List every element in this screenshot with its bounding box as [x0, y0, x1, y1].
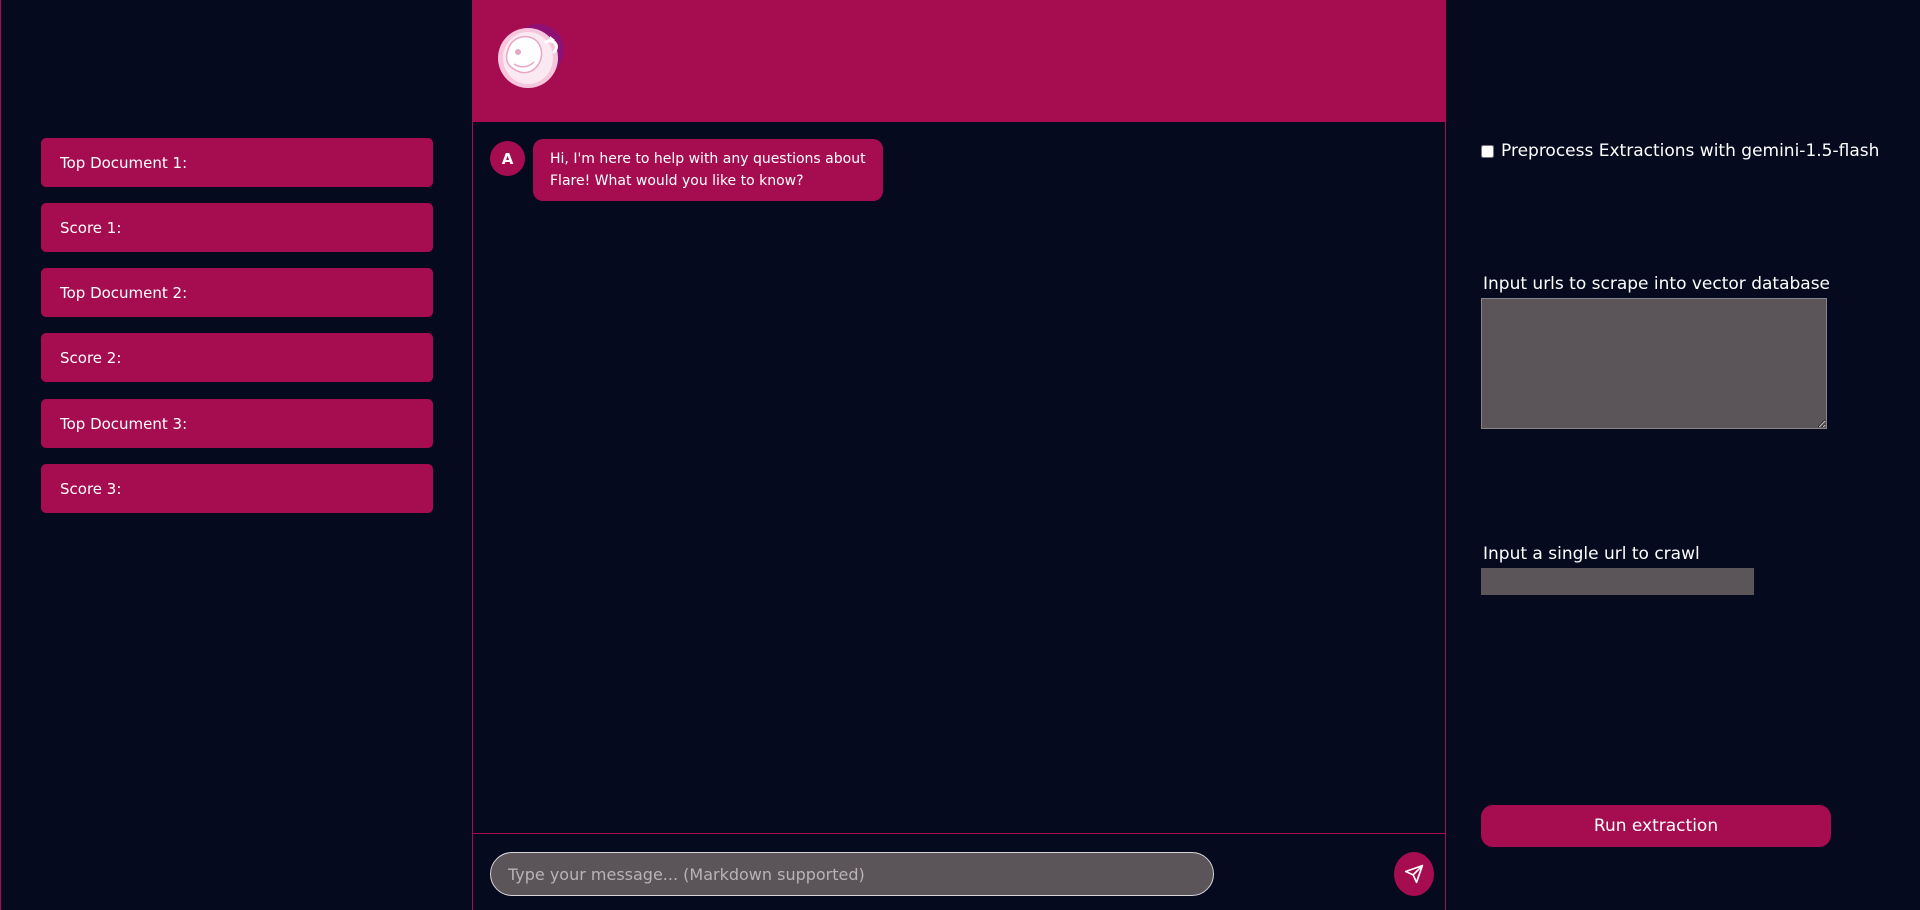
- extraction-panel: Preprocess Extractions with gemini-1.5-f…: [1446, 0, 1920, 910]
- single-url-input[interactable]: [1481, 568, 1754, 595]
- message-input[interactable]: [490, 852, 1214, 896]
- app-root: Top Document 1: Score 1: Top Document 2:…: [0, 0, 1920, 910]
- score-3-label: Score 3:: [60, 479, 122, 498]
- paper-plane-icon: [1404, 864, 1424, 884]
- single-url-label: Input a single url to crawl: [1483, 544, 1700, 564]
- results-sidebar: Top Document 1: Score 1: Top Document 2:…: [1, 0, 472, 910]
- avatar-initial: A: [501, 149, 514, 168]
- preprocess-checkbox[interactable]: [1481, 144, 1494, 158]
- send-button[interactable]: [1394, 852, 1434, 896]
- top-document-1-label: Top Document 1:: [60, 153, 188, 172]
- assistant-message-text: Hi, I'm here to help with any questions …: [550, 151, 866, 189]
- score-3-box: Score 3:: [41, 464, 433, 513]
- chat-header: [473, 0, 1445, 122]
- top-document-3-box: Top Document 3:: [41, 399, 433, 448]
- urls-textarea[interactable]: [1481, 298, 1827, 429]
- top-document-2-label: Top Document 2:: [60, 283, 188, 302]
- score-2-label: Score 2:: [60, 348, 122, 367]
- run-extraction-button[interactable]: Run extraction: [1481, 805, 1831, 847]
- top-document-3-label: Top Document 3:: [60, 414, 188, 433]
- top-document-2-box: Top Document 2:: [41, 268, 433, 317]
- urls-label: Input urls to scrape into vector databas…: [1483, 274, 1831, 294]
- score-1-label: Score 1:: [60, 218, 122, 237]
- assistant-message-bubble: Hi, I'm here to help with any questions …: [533, 139, 883, 201]
- chat-input-bar: [473, 833, 1445, 910]
- top-document-1-box: Top Document 1:: [41, 138, 433, 187]
- chat-panel: A Hi, I'm here to help with any question…: [472, 0, 1446, 910]
- score-2-box: Score 2:: [41, 333, 433, 382]
- score-1-box: Score 1:: [41, 203, 433, 252]
- embryo-logo-icon: [498, 24, 564, 88]
- assistant-avatar: A: [490, 141, 525, 176]
- preprocess-label: Preprocess Extractions with gemini-1.5-f…: [1501, 141, 1880, 161]
- preprocess-option[interactable]: Preprocess Extractions with gemini-1.5-f…: [1481, 141, 1879, 161]
- chat-messages: A Hi, I'm here to help with any question…: [473, 122, 1445, 833]
